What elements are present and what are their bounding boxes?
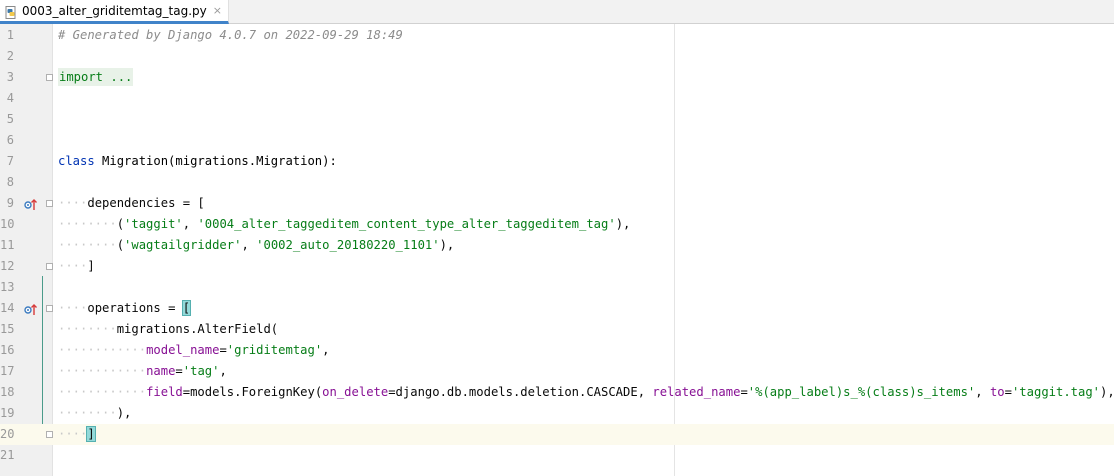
string-literal: 'taggit.tag' [1011,385,1101,399]
string-literal: '%(app_label)s_%(class)s_items' [747,385,976,399]
line-number: 19 [0,406,15,420]
named-arg: model_name [146,343,220,357]
fold-minus-icon[interactable] [46,200,53,207]
named-arg: related_name [652,385,741,399]
string-literal: '0002_auto_20180220_1101' [256,238,440,252]
line-number: 21 [0,448,15,462]
code-line-7: 7 class Migration(migrations.Migration): [0,151,1114,172]
paren: ), [1100,385,1114,399]
code-line-10: 10 ········('taggit', '0004_alter_tagged… [0,214,1114,235]
matched-bracket-close: ] [86,426,96,442]
line-number: 2 [6,49,14,63]
line-number: 6 [6,133,14,147]
paren: ( [116,217,125,231]
fold-end-icon[interactable] [46,263,53,270]
editor-tab-bar: 0003_alter_griditemtag_tag.py × [0,0,1114,24]
code-line-18: 18 ············field=models.ForeignKey(o… [0,382,1114,403]
code-line-11: 11 ········('wagtailgridder', '0002_auto… [0,235,1114,256]
line-number: 3 [6,70,14,84]
line-number: 7 [6,154,14,168]
code-line-19: 19 ········), [0,403,1114,424]
code-line-2: 2 [0,46,1114,67]
code-line-15: 15 ········migrations.AlterField( [0,319,1114,340]
operations-assignment: operations = [87,301,183,315]
overrides-icon[interactable] [24,301,38,315]
paren: ), [439,238,455,252]
overrides-icon[interactable] [24,196,38,210]
fold-minus-icon[interactable] [46,305,53,312]
named-arg: on_delete [322,385,389,399]
code-line-16: 16 ············model_name='griditemtag', [0,340,1114,361]
named-arg: name [146,364,176,378]
named-arg: field [146,385,183,399]
editor-tab[interactable]: 0003_alter_griditemtag_tag.py × [0,0,229,24]
string-literal: '0004_alter_taggeditem_content_type_alte… [197,217,616,231]
class-keyword: class [58,154,95,168]
line-number: 9 [6,196,14,210]
foreign-key-call: =models.ForeignKey( [182,385,323,399]
line-number: 10 [0,217,15,231]
code-line-5: 5 [0,109,1114,130]
line-number: 14 [0,301,15,315]
fold-plus-icon[interactable] [46,74,53,81]
line-number: 1 [6,28,14,42]
line-number: 18 [0,385,15,399]
code-line-1: 1 # Generated by Django 4.0.7 on 2022-09… [0,25,1114,46]
line-number: 11 [0,238,15,252]
code-line-12: 12 ····] [0,256,1114,277]
line-number: 15 [0,322,15,336]
paren: ( [116,238,125,252]
string-literal: 'tag' [182,364,220,378]
alter-field-call: migrations.AlterField( [116,322,279,336]
tab-title: 0003_alter_griditemtag_tag.py [22,3,207,18]
line-number: 8 [6,175,14,189]
line-number: 16 [0,343,15,357]
line-number: 4 [6,91,14,105]
line-number: 17 [0,364,15,378]
code-line-4: 4 [0,88,1114,109]
code-line-20: 20 ····] [0,424,1114,445]
code-line-3: 3 import ... [0,67,1114,88]
string-literal: 'griditemtag' [226,343,323,357]
folded-imports[interactable]: import ... [58,68,134,86]
line-number: 13 [0,280,15,294]
separator: , [241,238,257,252]
code-line-14: 14 ····operations = [ [0,298,1114,319]
line-number: 5 [6,112,14,126]
fold-end-icon[interactable] [46,431,53,438]
separator: , [975,385,990,399]
line-number: 20 [0,427,15,441]
paren: ), [615,217,631,231]
code-line-8: 8 [0,172,1114,193]
separator: , [182,217,198,231]
code-line-9: 9 ····dependencies = [ [0,193,1114,214]
line-number: 12 [0,259,15,273]
python-file-icon [5,4,18,19]
close-paren: ), [116,406,132,420]
close-bracket: ] [87,259,95,273]
string-literal: 'taggit' [124,217,183,231]
generated-comment: # Generated by Django 4.0.7 on 2022-09-2… [58,28,403,42]
tab-close-icon[interactable]: × [213,4,222,17]
on-delete-value: =django.db.models.deletion.CASCADE, [388,385,653,399]
code-line-13: 13 [0,277,1114,298]
code-line-6: 6 [0,130,1114,151]
code-line-21: 21 [0,445,1114,466]
matched-bracket-open: [ [181,300,192,316]
class-declaration: Migration(migrations.Migration): [94,154,337,168]
string-literal: 'wagtailgridder' [124,238,242,252]
code-editor[interactable]: 1 # Generated by Django 4.0.7 on 2022-09… [0,24,1114,476]
dependencies-assignment: dependencies = [ [87,196,205,210]
named-arg: to [989,385,1005,399]
code-line-17: 17 ············name='tag', [0,361,1114,382]
